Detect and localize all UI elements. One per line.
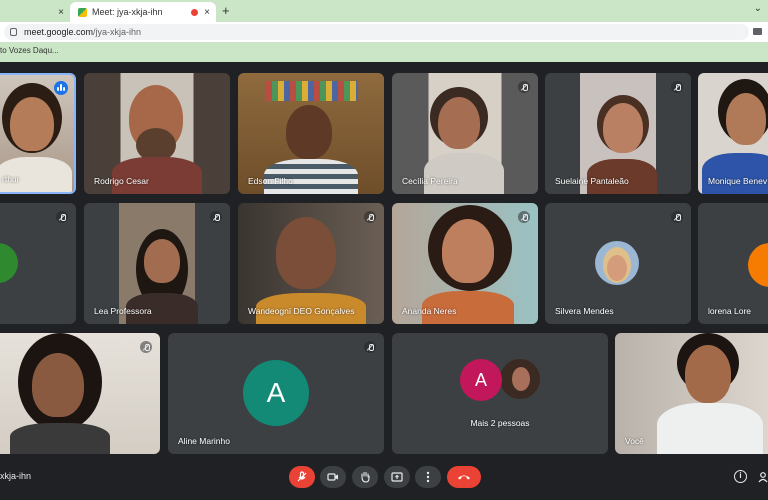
browser-tab-meet[interactable]: Meet: jya-xkja-ihn × (70, 2, 216, 22)
present-screen-icon (391, 472, 403, 482)
browser-tab-bar: × Meet: jya-xkja-ihn × + ⌄ (0, 0, 768, 22)
raise-hand-button[interactable] (352, 466, 378, 488)
meeting-code: xkja-ihn (0, 471, 32, 481)
participant-name: Monique Benev (708, 176, 768, 186)
participant-name: rthur (2, 174, 20, 184)
more-vert-icon (426, 471, 430, 483)
participant-name: Ananda Neres (402, 306, 457, 316)
meet-favicon-icon (78, 7, 87, 17)
tab-search-chevron-icon[interactable]: ⌄ (754, 3, 762, 14)
muted-mic-icon (364, 341, 376, 353)
participant-name: Wandeognī DEO Gonçalves (248, 306, 355, 316)
muted-mic-icon (140, 341, 152, 353)
bookmark-item[interactable]: to Vozes Daqu... (0, 46, 59, 55)
tab-title: Meet: jya-xkja-ihn (92, 7, 163, 17)
participant-tile[interactable]: Monique Benev (698, 73, 768, 194)
end-call-button[interactable] (447, 466, 481, 488)
participant-tile[interactable]: Cecília Pereira (392, 73, 538, 194)
present-screen-button[interactable] (384, 466, 410, 488)
mic-toggle-button[interactable] (289, 466, 315, 488)
meeting-control-bar: xkja-ihn i (0, 456, 768, 500)
participant-avatar: A (460, 359, 502, 401)
end-call-icon (458, 475, 470, 480)
meeting-info-button[interactable]: i (734, 470, 747, 483)
more-options-button[interactable] (415, 466, 441, 488)
bookmarks-bar: to Vozes Daqu... (0, 42, 768, 62)
participant-tile[interactable]: Silvera Mendes (545, 203, 691, 324)
participant-tile[interactable] (0, 333, 160, 454)
participant-tile[interactable]: Wandeognī DEO Gonçalves (238, 203, 384, 324)
tab-close-icon[interactable]: × (58, 7, 64, 18)
lock-icon (10, 28, 17, 36)
speaking-indicator-icon (54, 81, 68, 95)
address-bar: meet.google.com/jya-xkja-ihn (0, 22, 768, 42)
muted-mic-icon (210, 211, 222, 223)
muted-mic-icon (364, 211, 376, 223)
participant-name: Suelaine Pantaleão (555, 176, 629, 186)
participant-name: Silvera Mendes (555, 306, 614, 316)
participant-tile[interactable]: Rodrigo Cesar (84, 73, 230, 194)
participant-avatar: A (243, 360, 309, 426)
muted-mic-icon (671, 81, 683, 93)
participant-tile[interactable]: A Aline Marinho (168, 333, 384, 454)
people-icon[interactable] (758, 470, 768, 483)
tab-close-icon[interactable]: × (204, 7, 210, 18)
browser-tab-previous[interactable]: × (0, 2, 70, 22)
url-path: /jya-xkja-ihn (93, 27, 142, 37)
raise-hand-icon (361, 471, 370, 483)
muted-mic-icon (671, 211, 683, 223)
meet-window: × Meet: jya-xkja-ihn × + ⌄ meet.google.c… (0, 0, 768, 500)
new-tab-button[interactable]: + (222, 3, 230, 18)
participant-tile[interactable]: Edson Filho (238, 73, 384, 194)
url-field[interactable]: meet.google.com/jya-xkja-ihn (4, 24, 749, 40)
participant-tile[interactable]: lorena Lore (698, 203, 768, 324)
camera-permission-icon[interactable] (753, 28, 762, 35)
participant-name: Rodrigo Cesar (94, 176, 149, 186)
participant-name: lorena Lore (708, 306, 752, 316)
participant-tile[interactable]: Ananda Neres (392, 203, 538, 324)
participant-photo-avatar (498, 357, 542, 401)
participant-name: Lea Professora (94, 306, 152, 316)
participant-name: Edson Filho (248, 176, 293, 186)
participant-avatar (748, 243, 768, 287)
participant-tile[interactable]: rthur (0, 73, 76, 194)
muted-mic-icon (518, 81, 530, 93)
self-tile[interactable]: Você (615, 333, 768, 454)
recording-dot-icon (191, 8, 198, 16)
participant-avatar: I (0, 243, 18, 283)
participant-name: Cecília Pereira (402, 176, 458, 186)
participant-tile[interactable]: Lea Professora (84, 203, 230, 324)
url-domain: meet.google.com (24, 27, 94, 37)
participant-tile[interactable]: Suelaine Pantaleão (545, 73, 691, 194)
participant-tile[interactable]: I (0, 203, 76, 324)
participant-name: Você (625, 436, 644, 446)
participant-name: Aline Marinho (178, 436, 230, 446)
camera-icon (327, 473, 338, 481)
participant-photo-avatar (595, 241, 639, 285)
muted-mic-icon (56, 211, 68, 223)
mic-off-icon (297, 471, 307, 482)
more-participants-tile[interactable]: A Mais 2 pessoas (392, 333, 608, 454)
camera-toggle-button[interactable] (320, 466, 346, 488)
more-participants-label: Mais 2 pessoas (470, 418, 530, 428)
muted-mic-icon (518, 211, 530, 223)
